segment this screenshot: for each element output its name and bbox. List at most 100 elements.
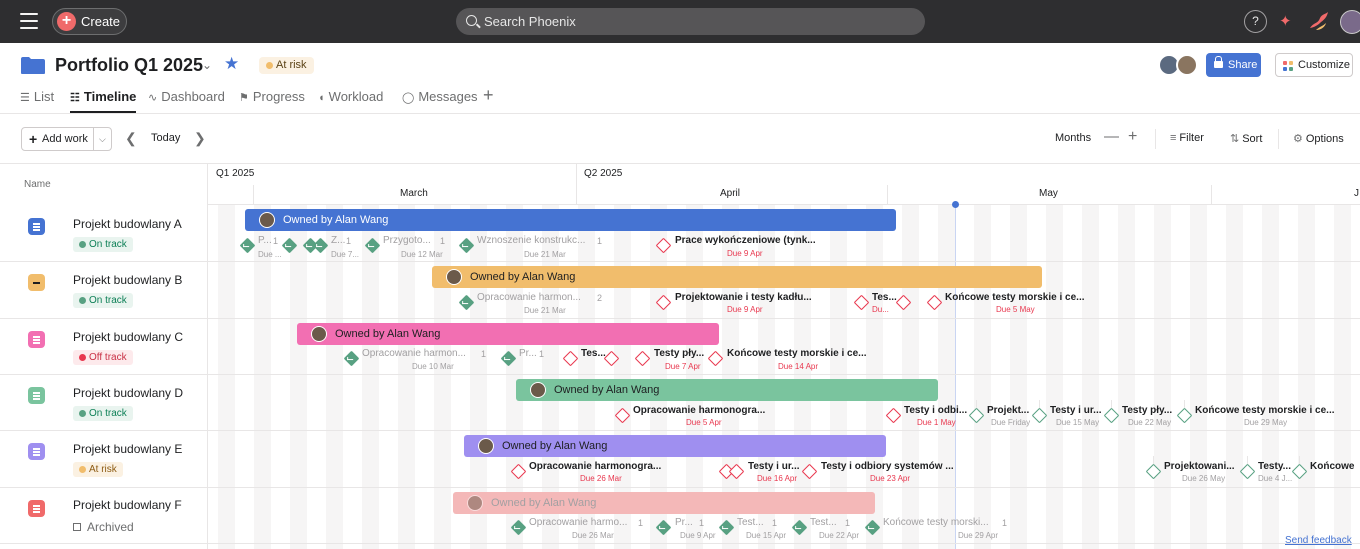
milestone-label: Projekt... <box>987 405 1030 416</box>
top-bar: + Create Search Phoenix ? ✦ <box>0 0 1360 43</box>
tab-label: Progress <box>252 89 305 104</box>
tab-workload[interactable]: ◖ Workload <box>318 87 383 113</box>
create-button[interactable]: + Create <box>52 8 127 35</box>
subtask-count: 1 <box>539 349 545 359</box>
chevron-down-icon[interactable]: ⌵ <box>99 128 106 150</box>
project-name[interactable]: Projekt budowlany C <box>73 330 183 344</box>
send-feedback-link[interactable]: Send feedback <box>1285 535 1352 546</box>
next-period-icon[interactable]: ❯ <box>194 130 206 147</box>
add-tab-icon[interactable]: + <box>483 85 494 106</box>
tab-progress[interactable]: ⚑ Progress <box>239 87 305 113</box>
customize-label: Customize <box>1298 59 1350 71</box>
milestone-label: Testy pły... <box>654 348 705 359</box>
timeline-icon: ☷ <box>70 92 80 104</box>
tab-label: Workload <box>328 89 384 104</box>
milestone-label: Projektowanie i testy kadłu... <box>675 292 812 303</box>
overdue-milestone[interactable] <box>634 350 651 367</box>
project-timeline-bar[interactable]: Owned by Alan Wang <box>453 492 875 514</box>
upcoming-milestone[interactable] <box>1103 407 1120 424</box>
workload-icon: ◖ <box>318 92 325 104</box>
project-timeline-bar[interactable]: Owned by Alan Wang <box>464 435 886 457</box>
milestone-label: Testy i ur... <box>1050 405 1102 416</box>
subtask-count: 1 <box>772 518 778 528</box>
add-work-button[interactable]: + Add work ⌵ <box>21 127 112 151</box>
sort-button[interactable]: ⇅ Sort <box>1230 132 1262 145</box>
overdue-milestone[interactable] <box>885 407 902 424</box>
tab-dashboard[interactable]: ∿ Dashboard <box>148 87 225 113</box>
status-label: Off track <box>89 352 127 363</box>
help-button[interactable]: ? <box>1244 10 1267 33</box>
search-input[interactable]: Search Phoenix <box>456 8 925 35</box>
month-divider <box>576 185 577 205</box>
milestone-label: Projektowani... <box>1164 461 1235 472</box>
milestone-due: Due 4 J... <box>1258 474 1293 483</box>
project-name[interactable]: Projekt budowlany A <box>73 217 182 231</box>
project-name[interactable]: Projekt budowlany D <box>73 386 183 400</box>
weekend-column <box>290 205 307 549</box>
weekend-column <box>1118 205 1135 549</box>
user-avatar[interactable] <box>1340 10 1360 34</box>
plus-icon: + <box>29 131 38 147</box>
project-status-badge: On track <box>73 237 133 252</box>
project-name[interactable]: Projekt budowlany B <box>73 273 182 287</box>
milestone-label: Test... <box>810 517 837 528</box>
project-name[interactable]: Projekt budowlany F <box>73 498 182 512</box>
today-button[interactable]: Today <box>151 132 180 144</box>
chevron-down-icon[interactable]: ⌄ <box>202 58 212 72</box>
previous-period-icon[interactable]: ❮ <box>125 130 137 147</box>
milestone-due: Due 23 Apr <box>870 474 911 483</box>
completed-milestone[interactable] <box>343 350 360 367</box>
subtask-count: 1 <box>845 518 851 528</box>
milestone-due: Due 9 Apr <box>727 249 763 258</box>
milestone-label: Testy i odbiory systemów ... <box>821 461 954 472</box>
quarter-label: Q1 2025 <box>216 168 255 179</box>
name-column-divider <box>207 163 208 549</box>
weekend-column <box>1154 205 1171 549</box>
tabs-divider <box>0 113 1360 114</box>
tab-messages[interactable]: ◯ Messages <box>402 87 478 113</box>
upcoming-milestone[interactable] <box>1031 407 1048 424</box>
star-icon[interactable]: ★ <box>224 54 239 74</box>
milestone-due: Due 12 Mar <box>401 250 443 259</box>
member-avatars[interactable] <box>1158 54 1198 76</box>
bar-label: Owned by Alan Wang <box>283 214 389 226</box>
project-timeline-bar[interactable]: Owned by Alan Wang <box>297 323 719 345</box>
tab-timeline[interactable]: ☷ Timeline <box>70 87 137 113</box>
zoom-level-select[interactable]: Months <box>1055 132 1091 144</box>
bar-label: Owned by Alan Wang <box>470 271 576 283</box>
zoom-out-icon[interactable]: — <box>1104 128 1119 145</box>
milestone-label: Przygoto... <box>383 235 431 246</box>
milestone-label: Opracowanie harmon... <box>362 348 466 359</box>
project-status-badge[interactable]: At risk <box>259 57 314 74</box>
sort-icon: ⇅ <box>1230 133 1240 145</box>
overdue-milestone[interactable] <box>562 350 579 367</box>
menu-icon[interactable] <box>20 13 38 29</box>
name-column-header[interactable]: Name <box>24 179 51 190</box>
customize-button[interactable]: Customize <box>1275 53 1353 77</box>
milestone-due: Due 29 May <box>1244 418 1288 427</box>
milestone-due: Due 9 Apr <box>727 305 763 314</box>
milestone-due: Due 22 Apr <box>819 531 860 540</box>
add-work-label: Add work <box>42 133 88 145</box>
milestone-due: Due 29 Apr <box>958 531 999 540</box>
milestone-label: Pr... <box>675 517 693 528</box>
options-button[interactable]: ⚙ Options <box>1293 132 1344 145</box>
filter-button[interactable]: ≡ Filter <box>1170 132 1204 144</box>
completed-milestone[interactable] <box>239 237 256 254</box>
overdue-milestone[interactable] <box>707 350 724 367</box>
project-name[interactable]: Projekt budowlany E <box>73 442 182 456</box>
project-status-badge: On track <box>73 293 133 308</box>
share-button[interactable]: Share <box>1206 53 1261 77</box>
ai-sparkle-icon[interactable]: ✦ <box>1279 12 1292 30</box>
tab-label: Messages <box>418 89 478 104</box>
milestone-label: Testy i odbi... <box>904 405 968 416</box>
weekend-column <box>1334 205 1351 549</box>
milestone-due: Due 26 Mar <box>580 474 622 483</box>
tab-list[interactable]: ☰ List <box>20 87 54 113</box>
project-timeline-bar[interactable]: Owned by Alan Wang <box>516 379 938 401</box>
month-divider <box>887 185 888 205</box>
project-timeline-bar[interactable]: Owned by Alan Wang <box>432 266 1042 288</box>
zoom-in-icon[interactable]: + <box>1128 128 1137 146</box>
project-timeline-bar[interactable]: Owned by Alan Wang <box>245 209 896 231</box>
member-avatar <box>1176 54 1198 76</box>
